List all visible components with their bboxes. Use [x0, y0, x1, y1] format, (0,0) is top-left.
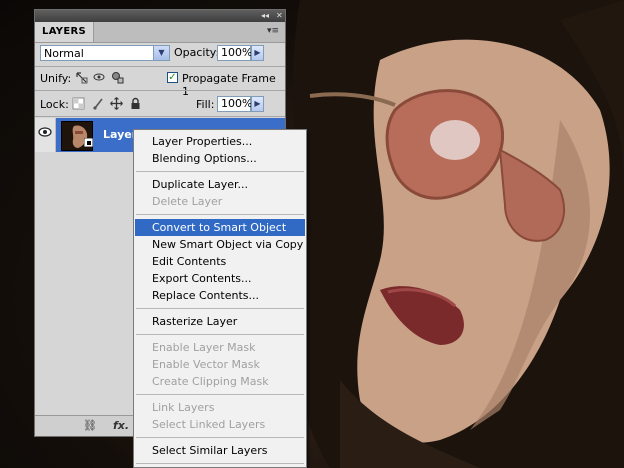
menu-item-edit-contents[interactable]: Edit Contents — [135, 253, 305, 270]
menu-separator — [136, 334, 304, 335]
fill-label: Fill: — [196, 98, 215, 111]
menu-separator — [136, 171, 304, 172]
smart-object-badge-icon — [84, 138, 93, 147]
visibility-toggle[interactable] — [35, 118, 56, 152]
menu-item-enable-vector-mask[interactable]: Enable Vector Mask — [135, 356, 305, 373]
divider — [35, 116, 285, 117]
lock-transparency-icon[interactable] — [72, 97, 85, 110]
close-icon[interactable]: ✕ — [276, 11, 283, 21]
menu-item-enable-layer-mask[interactable]: Enable Layer Mask — [135, 339, 305, 356]
unify-position-icon[interactable] — [75, 71, 88, 84]
menu-item-new-smart-object-via-copy[interactable]: New Smart Object via Copy — [135, 236, 305, 253]
panel-tab-row: LAYERS ▾≡ — [35, 22, 285, 43]
menu-item-blending-options[interactable]: Blending Options... — [135, 150, 305, 167]
opacity-label: Opacity: — [174, 46, 220, 59]
divider — [35, 66, 285, 67]
context-menu: Layer Properties... Blending Options... … — [133, 129, 307, 468]
link-layers-icon[interactable]: ⛓ — [83, 419, 97, 432]
menu-separator — [136, 394, 304, 395]
lock-label: Lock: — [40, 98, 69, 111]
unify-label: Unify: — [40, 72, 72, 85]
menu-item-export-contents[interactable]: Export Contents... — [135, 270, 305, 287]
eye-icon — [38, 127, 52, 137]
menu-item-duplicate-layer[interactable]: Duplicate Layer... — [135, 176, 305, 193]
menu-separator — [136, 214, 304, 215]
opacity-input[interactable]: 100% — [217, 45, 252, 61]
menu-separator — [136, 437, 304, 438]
panel-title-bar: ◂◂ ✕ — [35, 10, 285, 22]
lock-move-icon[interactable] — [110, 97, 123, 110]
menu-item-delete-layer[interactable]: Delete Layer — [135, 193, 305, 210]
propagate-label: Propagate Frame 1 — [182, 72, 276, 98]
menu-item-select-linked-layers[interactable]: Select Linked Layers — [135, 416, 305, 433]
menu-item-select-similar-layers[interactable]: Select Similar Layers — [135, 442, 305, 459]
menu-separator — [136, 463, 304, 464]
menu-separator — [136, 308, 304, 309]
fill-arrow-icon[interactable]: ▶ — [251, 96, 264, 112]
fx-icon[interactable]: fx. — [113, 419, 129, 432]
lock-brush-icon[interactable] — [92, 97, 105, 110]
menu-item-create-clipping-mask[interactable]: Create Clipping Mask — [135, 373, 305, 390]
unify-visibility-icon[interactable] — [93, 71, 106, 84]
collapse-icon[interactable]: ◂◂ — [261, 11, 269, 21]
lock-all-icon[interactable] — [129, 97, 142, 110]
menu-item-rasterize-layer[interactable]: Rasterize Layer — [135, 313, 305, 330]
tab-layers[interactable]: LAYERS — [35, 22, 94, 42]
menu-item-replace-contents[interactable]: Replace Contents... — [135, 287, 305, 304]
panel-menu-icon[interactable]: ▾≡ — [267, 26, 281, 38]
opacity-arrow-icon[interactable]: ▶ — [251, 45, 264, 61]
unify-style-icon[interactable] — [111, 71, 124, 84]
menu-item-convert-to-smart-object[interactable]: Convert to Smart Object — [135, 219, 305, 236]
blend-mode-select[interactable]: Normal ▼ — [40, 45, 170, 61]
menu-item-layer-properties[interactable]: Layer Properties... — [135, 133, 305, 150]
propagate-checkbox[interactable]: ✓ — [167, 72, 178, 83]
divider — [35, 90, 285, 91]
blend-mode-value: Normal — [44, 47, 84, 60]
fill-input[interactable]: 100% — [217, 96, 252, 112]
menu-item-link-layers[interactable]: Link Layers — [135, 399, 305, 416]
chevron-down-icon[interactable]: ▼ — [153, 46, 169, 60]
